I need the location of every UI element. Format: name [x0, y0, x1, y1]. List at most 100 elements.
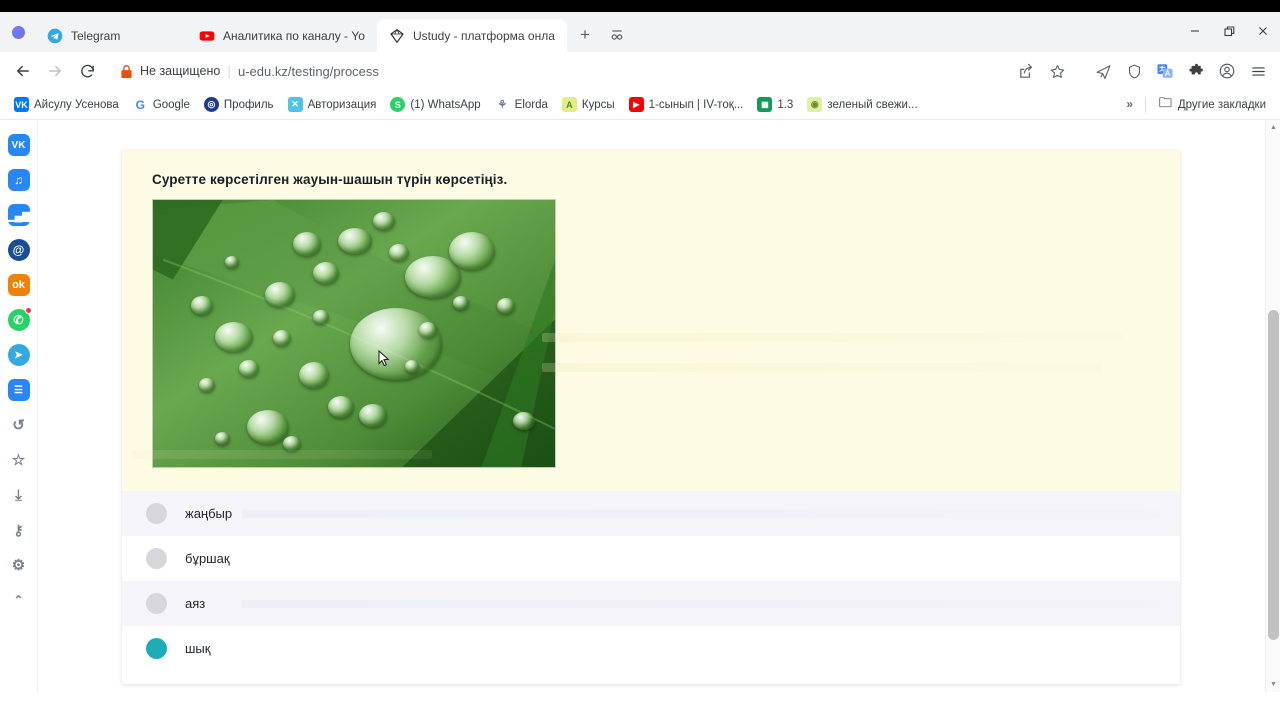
- compression-artifact: [132, 450, 432, 459]
- water-droplet: [313, 262, 339, 284]
- sidepanel-favorites-star-icon[interactable]: ☆: [8, 449, 30, 471]
- translate-icon[interactable]: [1151, 57, 1179, 85]
- radio-button-selected[interactable]: [146, 638, 167, 659]
- send-to-devices-icon[interactable]: [1089, 57, 1117, 85]
- water-droplet: [265, 282, 295, 307]
- bookmark-item[interactable]: VK Айсулу Усенова: [8, 94, 125, 115]
- auth-icon: ✕: [287, 97, 303, 112]
- mouse-cursor: [378, 350, 390, 367]
- water-droplet: [328, 396, 354, 418]
- menu-kebab-icon[interactable]: [1244, 57, 1272, 85]
- url-text: u-edu.kz/testing/process: [238, 63, 379, 79]
- water-droplet: [299, 362, 329, 388]
- reload-icon[interactable]: [72, 56, 102, 86]
- sidepanel-mail-icon[interactable]: @: [7, 239, 30, 261]
- answer-option-row-selected[interactable]: шық: [122, 626, 1180, 671]
- close-button[interactable]: [1246, 16, 1280, 46]
- sidepanel-history-icon[interactable]: ↺: [8, 414, 30, 436]
- bookmarks-bar: VK Айсулу Усенова G Google ◎ Профиль ✕ А…: [0, 90, 1280, 120]
- scroll-up-arrow-icon[interactable]: ▲: [1266, 120, 1280, 135]
- radio-button[interactable]: [146, 593, 167, 614]
- sidepanel-collapse-chevron-icon[interactable]: ⌃: [8, 589, 30, 611]
- shield-icon[interactable]: [1120, 57, 1148, 85]
- bookmark-item[interactable]: G Google: [127, 94, 196, 115]
- radio-button[interactable]: [146, 548, 167, 569]
- water-droplet: [313, 310, 329, 324]
- sidepanel-tasks-icon[interactable]: ☰: [7, 379, 30, 401]
- address-bar[interactable]: Не защищено | u-edu.kz/testing/process: [110, 57, 1010, 85]
- bookmarks-divider: [1144, 96, 1146, 113]
- water-droplet: [215, 322, 253, 352]
- ustudy-diamond-icon: [390, 28, 404, 43]
- sidepanel-whatsapp-icon[interactable]: ✆: [7, 307, 32, 331]
- water-droplet: [239, 360, 259, 377]
- bookmark-item[interactable]: A Курсы: [556, 94, 621, 115]
- bookmark-label: Авторизация: [307, 98, 377, 111]
- minimize-button[interactable]: [1178, 16, 1212, 46]
- share-icon[interactable]: [1012, 57, 1040, 85]
- other-bookmarks-button[interactable]: 🗀 Другие закладки: [1152, 94, 1272, 115]
- bookmark-item[interactable]: ▶ 1-сынып | IV-тоқ...: [623, 94, 750, 115]
- bookmark-label: Профиль: [223, 98, 274, 111]
- browser-tab-youtube-analytics[interactable]: Аналитика по каналу - YouTu: [187, 19, 377, 52]
- new-tab-button[interactable]: +: [571, 21, 599, 49]
- bookmark-item[interactable]: ✕ Авторизация: [282, 94, 383, 115]
- vk-icon: VK: [14, 97, 29, 112]
- sidepanel-downloads-icon[interactable]: ⤓: [8, 484, 30, 506]
- sidepanel-music-icon[interactable]: ♫: [7, 169, 30, 191]
- image-icon: ◉: [807, 97, 823, 112]
- water-droplet: [405, 360, 419, 373]
- tab-strip: Telegram Аналитика по каналу - YouTu Ust…: [0, 12, 1280, 52]
- bookmark-star-icon[interactable]: [1043, 57, 1071, 85]
- radio-button[interactable]: [146, 503, 167, 524]
- maximize-restore-button[interactable]: [1212, 16, 1246, 46]
- profile-circle-icon: ◎: [203, 97, 219, 112]
- extensions-puzzle-icon[interactable]: [1182, 57, 1210, 85]
- bookmark-item[interactable]: S (1) WhatsApp: [384, 94, 486, 115]
- water-droplet: [359, 404, 387, 427]
- water-droplet: [449, 232, 495, 270]
- other-bookmarks-label: Другие закладки: [1177, 98, 1266, 111]
- scrollbar-thumb[interactable]: [1268, 310, 1279, 640]
- water-droplet: [191, 296, 213, 315]
- bookmark-item[interactable]: ▦ 1.3: [751, 94, 799, 115]
- tab-search-icon[interactable]: [603, 21, 631, 49]
- sidepanel-settings-gear-icon[interactable]: ⚙: [8, 554, 30, 576]
- compression-artifact: [542, 363, 1102, 372]
- sidepanel-vk-icon[interactable]: VK: [7, 134, 30, 156]
- sidepanel-key-icon[interactable]: ⚷: [8, 519, 30, 541]
- youtube-icon: [199, 30, 215, 41]
- back-arrow-icon[interactable]: [8, 56, 38, 86]
- profile-avatar-icon[interactable]: [1213, 57, 1241, 85]
- answer-option-label: шық: [185, 641, 211, 656]
- bookmark-label: Google: [152, 98, 190, 111]
- answer-option-label: аяз: [185, 596, 206, 611]
- bookmark-label: Айсулу Усенова: [34, 98, 119, 111]
- answer-option-row[interactable]: аяз: [122, 581, 1180, 626]
- bookmark-label: 1-сынып | IV-тоқ...: [648, 98, 744, 111]
- bookmark-item[interactable]: ◉ зеленый свежи...: [801, 94, 923, 115]
- bookmark-item[interactable]: ◎ Профиль: [198, 94, 280, 115]
- sidepanel-odnoklassniki-icon[interactable]: ok: [7, 274, 30, 296]
- answer-option-label: бұршақ: [185, 551, 230, 566]
- water-droplet: [273, 330, 291, 346]
- page-viewport: VK ♫ ▁▄▆ @ ok ✆ ➤ ☰ ↺ ☆ ⤓ ⚷ ⚙ ⌃ Суретте …: [0, 120, 1280, 692]
- security-status-label: Не защищено: [140, 64, 221, 78]
- bookmarks-overflow-button[interactable]: »: [1120, 99, 1138, 111]
- answer-option-row[interactable]: бұршақ: [122, 536, 1180, 581]
- vk-profile-dot[interactable]: [12, 26, 25, 39]
- answer-option-label: жаңбыр: [185, 506, 233, 521]
- browser-tab-telegram[interactable]: Telegram: [35, 19, 187, 52]
- browser-tab-ustudy[interactable]: Ustudy - платформа онлайн: [377, 19, 567, 52]
- bookmark-item[interactable]: ⚘ Elorda: [489, 94, 554, 115]
- page-scrollbar[interactable]: ▲ ▼: [1265, 120, 1280, 692]
- water-droplet: [338, 228, 372, 254]
- answer-option-row[interactable]: жаңбыр: [122, 491, 1180, 536]
- insecure-lock-icon[interactable]: [120, 64, 133, 79]
- scroll-down-arrow-icon[interactable]: ▼: [1266, 677, 1280, 692]
- elorda-icon: ⚘: [494, 97, 510, 112]
- sidepanel-stats-icon[interactable]: ▁▄▆: [6, 204, 31, 226]
- sidepanel-telegram-icon[interactable]: ➤: [7, 344, 30, 366]
- omnibox-separator: |: [227, 63, 231, 79]
- forward-arrow-icon[interactable]: [40, 56, 70, 86]
